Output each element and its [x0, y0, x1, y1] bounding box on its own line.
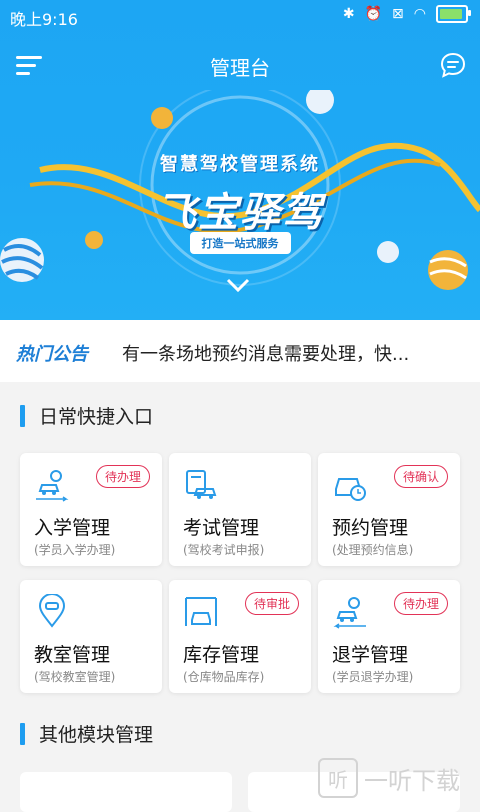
card-subtitle: (学员入学办理) [34, 543, 116, 557]
card-title: 教室管理 [34, 644, 111, 666]
notice-bar[interactable]: 热门公告 有一条场地预约消息需要处理，快... [0, 320, 480, 382]
section-accent-bar [20, 722, 25, 745]
watermark: 听 一听下载 [318, 758, 460, 798]
status-badge: 待确认 [393, 465, 448, 488]
banner-main-title: 飞宝驿驾 [156, 190, 324, 236]
card-classroom[interactable]: 教室管理 (驾校教室管理) [20, 580, 162, 693]
wifi-icon: ◠ [413, 6, 426, 22]
status-badge: 待审批 [244, 592, 299, 615]
classroom-location-icon [38, 594, 66, 628]
card-inventory[interactable]: 待审批 库存管理 (仓库物品库存) [169, 580, 311, 693]
card-subtitle: (仓库物品库存) [183, 670, 265, 684]
watermark-logo-icon: 听 [318, 758, 358, 798]
card-title: 考试管理 [183, 517, 260, 539]
card-title: 预约管理 [332, 517, 409, 539]
section-accent-bar [20, 404, 25, 427]
booking-icon [335, 478, 366, 501]
notice-label: 热门公告 [16, 344, 88, 365]
card-subtitle: (学员退学办理) [332, 670, 414, 684]
alarm-off-icon: ⏰ [364, 6, 383, 22]
notice-text[interactable]: 有一条场地预约消息需要处理，快... [122, 340, 409, 366]
card-enrollment[interactable]: 待办理 入学管理 (学员入学办理) [20, 453, 162, 566]
card-subtitle: (驾校考试申报) [183, 543, 265, 557]
promo-banner[interactable]: 智慧驾校管理系统 飞宝驿驾 打造一站式服务 [0, 90, 480, 320]
status-icons: ✱ ⏰ ⊠ ◠ [342, 5, 471, 23]
section-daily-title: 日常快捷入口 [39, 406, 154, 428]
status-badge: 待办理 [393, 592, 448, 615]
banner-subtitle: 智慧驾校管理系统 [160, 154, 320, 175]
banner-tagline: 打造一站式服务 [189, 232, 291, 254]
card-exam[interactable]: 考试管理 (驾校考试申报) [169, 453, 311, 566]
card-withdrawal[interactable]: 待办理 退学管理 (学员退学办理) [318, 580, 460, 693]
module-card[interactable] [20, 772, 232, 812]
sim-icon: ⊠ [392, 6, 404, 22]
watermark-text: 一听下载 [364, 766, 460, 795]
enrollment-icon [36, 470, 69, 502]
battery-icon [436, 5, 471, 23]
card-title: 库存管理 [183, 644, 260, 666]
section-other-header: 其他模块管理 [20, 720, 153, 747]
status-bar: 晚上9:16 ✱ ⏰ ⊠ ◠ [0, 0, 480, 32]
page-title: 管理台 [210, 56, 270, 80]
inventory-garage-icon [185, 597, 217, 626]
section-daily-header: 日常快捷入口 [20, 402, 153, 429]
title-bar: 管理台 [0, 40, 480, 92]
status-time: 晚上9:16 [10, 10, 78, 29]
bluetooth-icon: ✱ [342, 6, 355, 22]
card-subtitle: (驾校教室管理) [34, 670, 116, 684]
exam-icon [186, 470, 217, 499]
banner-tagline-wrap: 打造一站式服务 [0, 232, 480, 254]
card-subtitle: (处理预约信息) [332, 543, 414, 557]
card-booking[interactable]: 待确认 预约管理 (处理预约信息) [318, 453, 460, 566]
message-icon[interactable] [440, 52, 466, 78]
withdrawal-icon [333, 597, 366, 629]
card-title: 退学管理 [332, 644, 409, 666]
hero-header: 晚上9:16 ✱ ⏰ ⊠ ◠ 管理台 智慧驾校管理系统 飞宝驿驾 打造一站式服务 [0, 0, 480, 320]
status-badge: 待办理 [95, 465, 150, 488]
card-title: 入学管理 [34, 517, 111, 539]
section-other-title: 其他模块管理 [39, 724, 154, 746]
